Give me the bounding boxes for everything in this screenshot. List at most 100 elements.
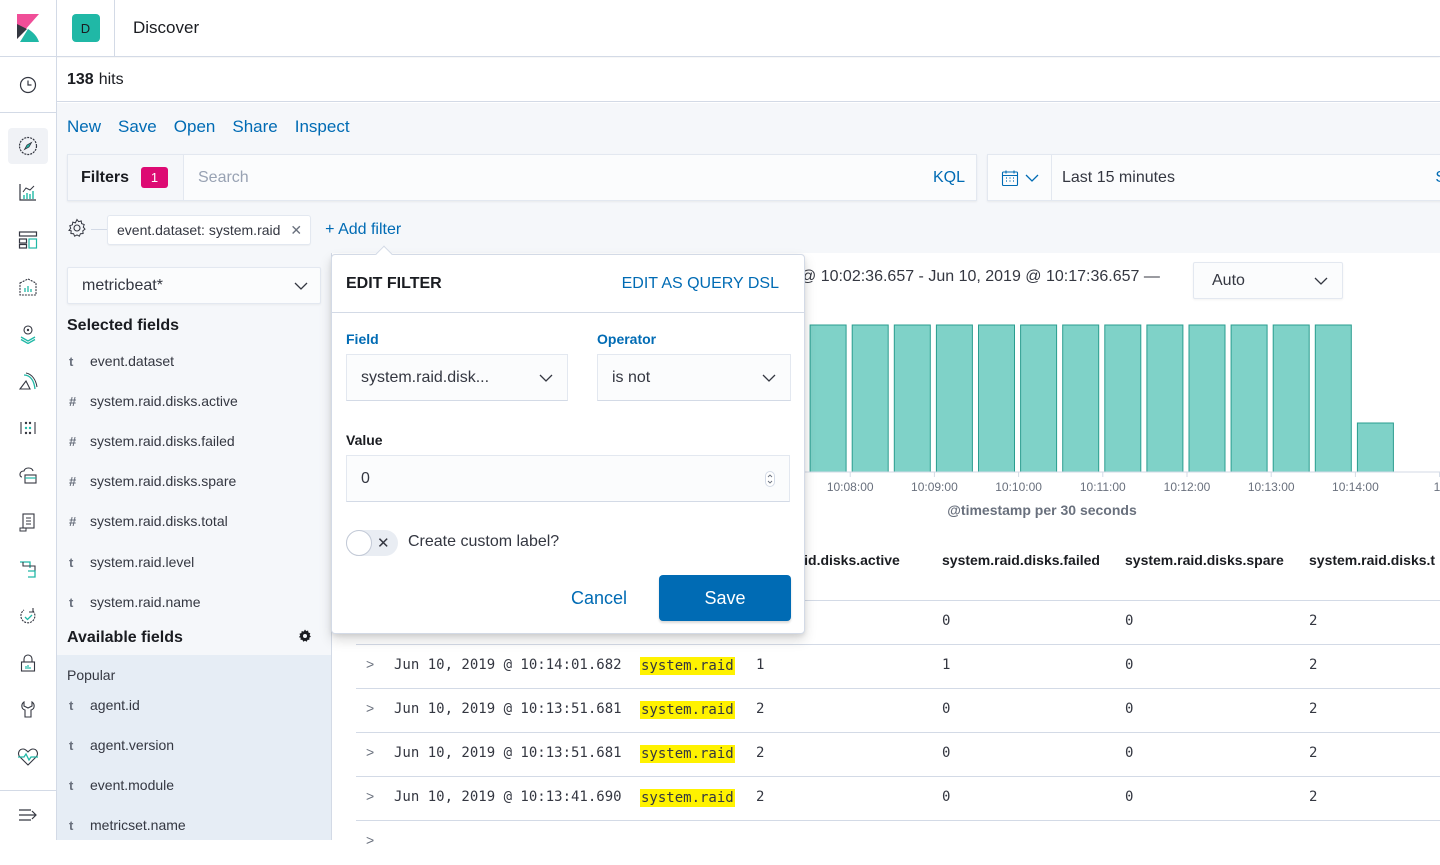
x-tick-label: 10:09:00 [911, 480, 958, 494]
field-type-icon: t [69, 353, 74, 369]
cell-timestamp: Jun 10, 2019 @ 10:13:51.681 [394, 701, 622, 717]
field-sidebar: metricbeat* Selected fields t event.datas… [57, 253, 332, 840]
share-link[interactable]: Share [232, 117, 277, 137]
nav-security[interactable] [8, 645, 48, 681]
histogram-bar[interactable] [1272, 324, 1310, 473]
search-input[interactable] [184, 155, 933, 200]
expand-row-icon[interactable]: > [366, 656, 374, 672]
cell-active: 2 [756, 701, 765, 717]
histogram-bar[interactable] [809, 324, 847, 473]
operator-label: Operator [597, 331, 657, 347]
open-link[interactable]: Open [174, 117, 216, 137]
nav-infrastructure[interactable] [8, 410, 48, 446]
show-dates-link[interactable]: S [1435, 169, 1440, 187]
visualize-icon [19, 184, 36, 201]
field-item[interactable]: t event.dataset [67, 348, 322, 374]
nav-dashboard[interactable] [8, 222, 48, 258]
nav-discover[interactable] [8, 128, 48, 164]
field-item[interactable]: t system.raid.name [67, 589, 322, 615]
field-type-icon: t [69, 777, 74, 793]
table-row[interactable]: > Jun 10, 2019 @ 10:14:01.682 system.rai… [356, 645, 1440, 689]
filter-options-button[interactable] [67, 218, 87, 243]
histogram-bar[interactable] [1230, 324, 1268, 473]
nav-maps[interactable] [8, 316, 48, 352]
expand-row-icon[interactable]: > [366, 832, 374, 848]
time-range-label[interactable]: Last 15 minutes [1052, 169, 1175, 187]
histogram-bar[interactable] [1062, 324, 1100, 473]
field-label: Field [346, 331, 379, 347]
inspect-link[interactable]: Inspect [295, 117, 350, 137]
filters-button[interactable]: Filters 1 [68, 155, 184, 200]
field-item[interactable]: # system.raid.disks.active [67, 388, 322, 414]
histogram-bar[interactable] [1314, 324, 1352, 473]
histogram-bar[interactable] [1188, 324, 1226, 473]
quick-menu-button[interactable] [988, 155, 1052, 200]
expand-row-icon[interactable]: > [366, 700, 374, 716]
histogram-bar[interactable] [1104, 324, 1142, 473]
operator-combobox[interactable]: is not [597, 354, 791, 401]
page-title: Discover [133, 18, 200, 37]
nav-canvas[interactable] [8, 269, 48, 305]
interval-select[interactable]: Auto [1193, 262, 1343, 299]
column-header[interactable]: system.raid.disks.failed [942, 552, 1100, 568]
field-type-icon: # [69, 513, 77, 529]
histogram-bar[interactable] [1356, 422, 1394, 473]
edit-as-query-dsl-button[interactable]: EDIT AS QUERY DSL [622, 275, 779, 293]
nav-apm[interactable] [8, 504, 48, 540]
field-item[interactable]: # system.raid.disks.spare [67, 468, 322, 494]
histogram-bar[interactable] [978, 324, 1015, 473]
number-spinner-icon[interactable] [765, 470, 775, 487]
field-item[interactable]: t agent.version [67, 732, 322, 758]
custom-label-switch[interactable]: ✕ [346, 530, 398, 556]
save-link[interactable]: Save [118, 117, 157, 137]
cancel-button[interactable]: Cancel [554, 575, 644, 621]
filter-pill[interactable]: event.dataset: system.raid ✕ [107, 215, 312, 245]
histogram-bar[interactable] [893, 324, 931, 473]
field-item[interactable]: # system.raid.disks.total [67, 508, 322, 534]
index-pattern-select[interactable]: metricbeat* [67, 267, 321, 304]
nav-uptime[interactable] [8, 551, 48, 587]
field-item[interactable]: # system.raid.disks.failed [67, 428, 322, 454]
field-item[interactable]: t event.module [67, 772, 322, 798]
field-settings-button[interactable] [298, 629, 312, 648]
connector-line [91, 229, 107, 230]
field-combobox-value: system.raid.disk... [361, 368, 490, 386]
nav-recently-viewed[interactable] [8, 67, 48, 103]
nav-siem[interactable] [8, 598, 48, 634]
gear-icon [68, 218, 86, 237]
field-item[interactable]: t agent.id [67, 692, 322, 718]
histogram-bar[interactable] [1020, 324, 1058, 473]
field-combobox[interactable]: system.raid.disk... [346, 354, 568, 401]
table-row[interactable]: > Jun 10, 2019 @ 10:13:51.681 system.rai… [356, 689, 1440, 733]
expand-row-icon[interactable]: > [366, 744, 374, 760]
field-item[interactable]: t metricset.name [67, 812, 322, 838]
field-type-icon: t [69, 554, 74, 570]
field-name: metricset.name [90, 817, 186, 833]
field-item[interactable]: t system.raid.level [67, 549, 322, 575]
table-row[interactable]: > [356, 821, 1440, 865]
column-header[interactable]: system.raid.disks.spare [1125, 552, 1284, 568]
nav-logs[interactable] [8, 457, 48, 493]
save-button[interactable]: Save [659, 575, 791, 621]
nav-stack-monitoring[interactable] [8, 739, 48, 775]
histogram-bar[interactable] [935, 324, 973, 473]
query-language-button[interactable]: KQL [933, 169, 965, 187]
nav-visualize[interactable] [8, 174, 48, 210]
column-header[interactable]: system.raid.disks.t [1309, 552, 1435, 568]
remove-filter-icon[interactable]: ✕ [290, 222, 302, 239]
expand-row-icon[interactable]: > [366, 788, 374, 804]
value-number-input[interactable]: 0 [346, 455, 790, 502]
table-row[interactable]: > Jun 10, 2019 @ 10:13:51.681 system.rai… [356, 733, 1440, 777]
new-link[interactable]: New [67, 117, 101, 137]
chevron-down-icon [1025, 174, 1038, 182]
histogram-bar[interactable] [851, 324, 889, 473]
table-row[interactable]: > Jun 10, 2019 @ 10:13:41.690 system.rai… [356, 777, 1440, 821]
space-selector[interactable]: D [57, 0, 115, 57]
kibana-logo[interactable] [0, 0, 57, 57]
nav-dev-tools[interactable] [8, 692, 48, 728]
histogram-bar[interactable] [1146, 324, 1184, 473]
nav-machine-learning[interactable] [8, 363, 48, 399]
cell-dataset: system.raid [640, 701, 735, 719]
nav-collapse[interactable] [8, 797, 48, 833]
add-filter-button[interactable]: + Add filter [325, 221, 401, 239]
